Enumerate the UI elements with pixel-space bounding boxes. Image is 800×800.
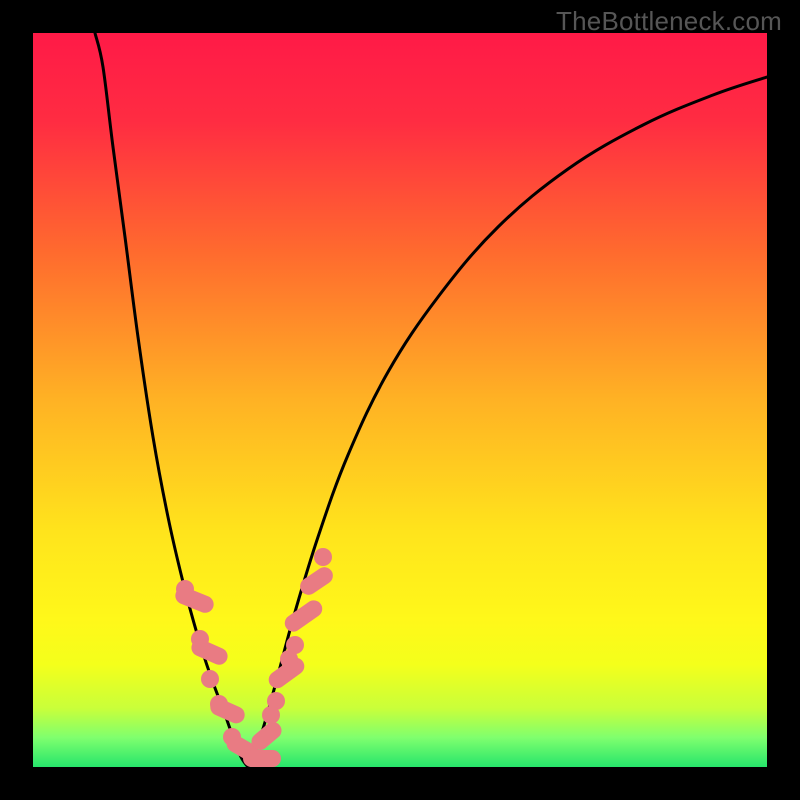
chart-frame: TheBottleneck.com [0,0,800,800]
marker-capsule [189,637,231,668]
plot-area [33,33,767,767]
marker-dot [286,636,304,654]
marker-dot [267,692,285,710]
bottleneck-curves [95,33,767,767]
curve-right-curve [248,77,767,767]
marker-capsule [243,750,281,767]
marker-dot [314,548,332,566]
marker-cluster [173,548,336,767]
curve-layer [33,33,767,767]
marker-capsule [173,585,216,616]
marker-capsule [297,564,336,598]
marker-capsule [281,597,325,635]
marker-dot [201,670,219,688]
watermark-text: TheBottleneck.com [556,6,782,37]
